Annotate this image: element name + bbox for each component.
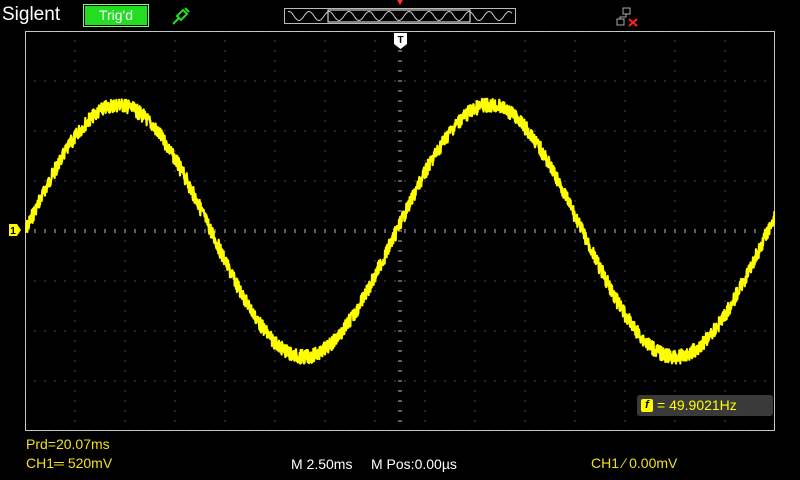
brand-label: Siglent (2, 4, 61, 25)
top-status-bar: Siglent Trig'd (0, 0, 800, 31)
network-disconnected-icon (616, 7, 638, 27)
horizontal-position-label: M Pos:0.00µs (371, 456, 457, 472)
timebase-label: M 2.50ms (291, 456, 353, 472)
waveform-display[interactable] (25, 31, 775, 431)
svg-text:T: T (397, 35, 403, 46)
ch1-scale-label: CH1═ 520mV (26, 455, 113, 471)
trigger-status-badge: Trig'd (83, 4, 149, 27)
period-measurement: Prd=20.07ms (26, 436, 110, 452)
trigger-delay-marker (397, 0, 403, 5)
ch1-ground-marker[interactable]: 1 (8, 223, 22, 237)
svg-text:1: 1 (10, 226, 16, 237)
trigger-settings-label: CH1 ∕ 0.00mV (591, 455, 678, 471)
frequency-measurement: f = 49.9021Hz (637, 395, 773, 416)
trigger-position-marker[interactable]: T (393, 32, 408, 50)
frequency-value: = 49.9021Hz (657, 397, 737, 413)
memory-depth-indicator (284, 8, 516, 24)
frequency-icon: f (641, 399, 653, 412)
probe-icon (172, 7, 190, 25)
